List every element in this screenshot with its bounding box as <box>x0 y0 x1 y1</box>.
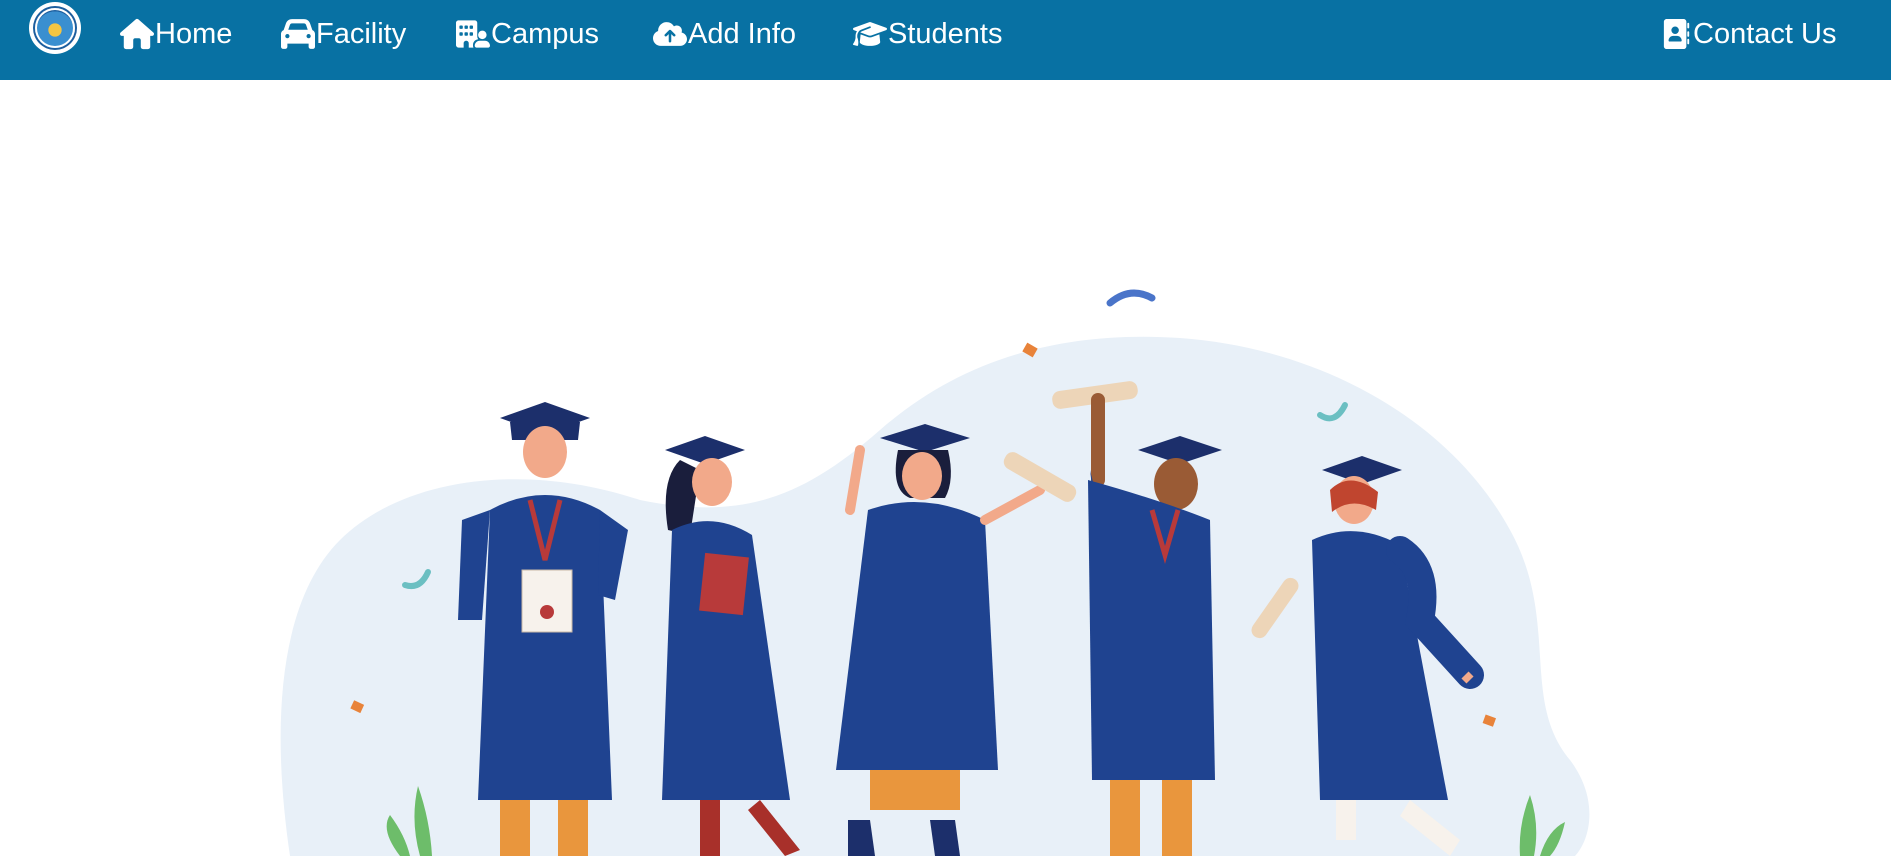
contact-book-icon <box>1663 19 1690 49</box>
nav-campus[interactable]: Campus <box>456 0 599 68</box>
college-logo[interactable] <box>29 2 81 54</box>
nav-add-info[interactable]: Add Info <box>653 0 796 68</box>
graduates-celebrating-illustration <box>280 289 1590 856</box>
car-icon <box>281 19 315 49</box>
hero-banner <box>0 80 1891 856</box>
nav-students[interactable]: Students <box>853 0 1002 68</box>
nav-campus-label: Campus <box>491 17 599 50</box>
home-icon <box>120 18 154 50</box>
nav-contact-us-label: Contact Us <box>1693 17 1837 50</box>
nav-facility-label: Facility <box>316 17 407 50</box>
nav-add-info-label: Add Info <box>688 17 797 50</box>
nav-home[interactable]: Home <box>120 0 232 68</box>
college-seal-icon <box>35 8 75 48</box>
building-user-icon <box>456 20 490 48</box>
nav-students-label: Students <box>888 17 1003 50</box>
top-navbar: Home Facility Campus Add Info Students C… <box>0 0 1891 80</box>
nav-contact-us[interactable]: Contact Us <box>1662 0 1836 68</box>
confetti-blue <box>1106 289 1156 307</box>
cloud-upload-icon <box>653 22 687 46</box>
nav-home-label: Home <box>155 17 233 50</box>
nav-facility[interactable]: Facility <box>281 0 406 68</box>
graduation-cap-icon <box>853 22 887 46</box>
